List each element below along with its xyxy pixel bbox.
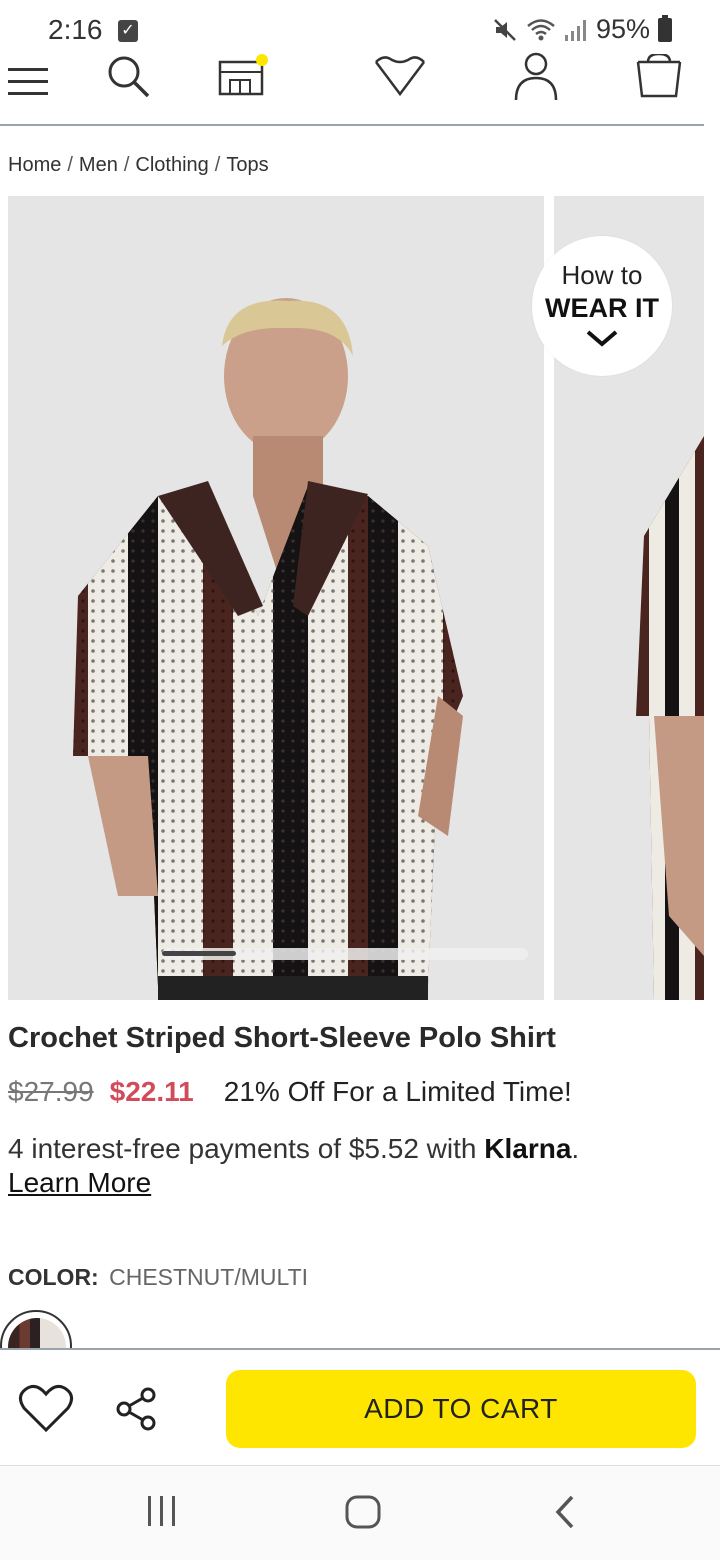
wifi-icon xyxy=(527,18,555,40)
klarna-period: . xyxy=(571,1133,580,1164)
site-header xyxy=(0,52,704,126)
breadcrumb-tops[interactable]: Tops xyxy=(226,154,268,177)
battery-icon xyxy=(658,14,672,42)
notification-check-icon: ✓ xyxy=(118,20,138,42)
store-icon[interactable] xyxy=(216,52,270,98)
product-image-main[interactable] xyxy=(8,196,544,1000)
wishlist-heart-icon[interactable] xyxy=(372,54,428,98)
breadcrumb-separator: / xyxy=(67,154,73,176)
learn-more-link[interactable]: Learn More xyxy=(8,1167,151,1198)
breadcrumb-separator: / xyxy=(214,154,221,176)
recent-apps-icon[interactable] xyxy=(146,1494,178,1528)
chevron-down-icon xyxy=(586,330,618,347)
mute-icon xyxy=(494,18,516,41)
klarna-info: 4 interest-free payments of $5.52 with K… xyxy=(8,1132,698,1200)
favorite-heart-icon[interactable] xyxy=(18,1384,74,1434)
breadcrumb-clothing[interactable]: Clothing xyxy=(135,154,208,177)
color-row: COLOR: CHESTNUT/MULTI xyxy=(8,1264,308,1291)
klarna-text: 4 interest-free payments of $5.52 with xyxy=(8,1133,485,1164)
price-row: $27.99 $22.11 21% Off For a Limited Time… xyxy=(8,1076,572,1108)
model-photo xyxy=(73,298,463,1000)
battery-percent: 95% xyxy=(595,14,650,44)
color-value: CHESTNUT/MULTI xyxy=(109,1264,309,1290)
how-to-label: How to xyxy=(561,260,643,290)
status-right: 95% xyxy=(492,14,672,45)
klarna-brand: Klarna xyxy=(484,1133,572,1164)
original-price: $27.99 xyxy=(8,1076,94,1107)
breadcrumb-home[interactable]: Home xyxy=(8,154,61,177)
home-icon[interactable] xyxy=(344,1494,382,1530)
product-title: Crochet Striped Short-Sleeve Polo Shirt xyxy=(8,1022,556,1054)
status-time: 2:16 xyxy=(48,14,103,45)
breadcrumb-men[interactable]: Men xyxy=(79,154,118,177)
add-to-cart-button[interactable]: ADD TO CART xyxy=(226,1370,696,1448)
signal-icon xyxy=(564,19,586,41)
sale-price: $22.11 xyxy=(109,1076,194,1107)
bottom-action-bar: ADD TO CART xyxy=(0,1348,720,1466)
share-icon[interactable] xyxy=(114,1386,160,1432)
back-icon[interactable] xyxy=(552,1494,578,1530)
breadcrumb: Home / Men / Clothing / Tops xyxy=(8,154,269,177)
gallery-progress-thumb xyxy=(162,951,236,956)
search-icon[interactable] xyxy=(104,54,154,100)
system-nav-bar xyxy=(0,1466,720,1560)
breadcrumb-separator: / xyxy=(123,154,130,176)
shopping-bag-icon[interactable] xyxy=(634,54,684,98)
wear-it-label: WEAR IT xyxy=(545,293,659,323)
color-label: COLOR: xyxy=(8,1264,99,1290)
menu-icon[interactable] xyxy=(8,64,50,100)
how-to-wear-it-button[interactable]: How to WEAR IT xyxy=(532,236,672,376)
account-icon[interactable] xyxy=(512,52,560,102)
promo-text: 21% Off For a Limited Time! xyxy=(223,1076,572,1107)
